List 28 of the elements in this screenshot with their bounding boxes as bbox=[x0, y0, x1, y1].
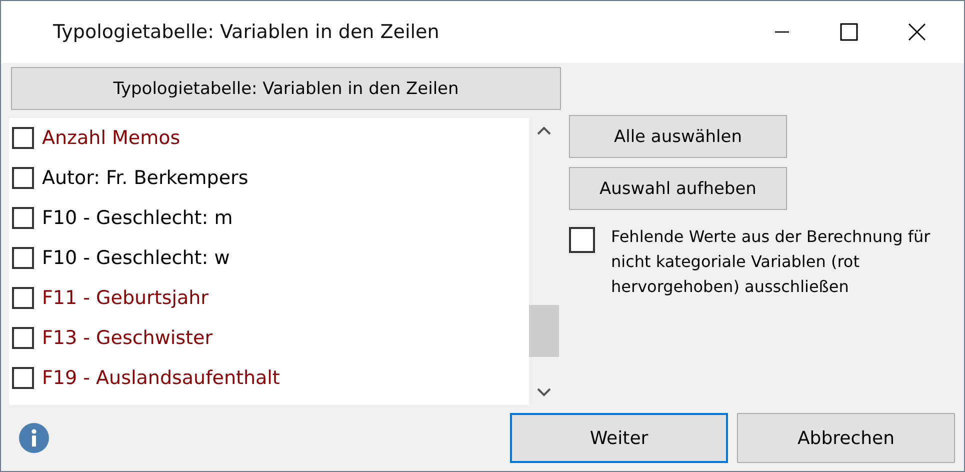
side-button[interactable]: Alle auswählen bbox=[569, 115, 787, 158]
maximize-icon[interactable] bbox=[840, 23, 858, 41]
checkbox[interactable] bbox=[12, 287, 34, 309]
window-title: Typologietabelle: Variablen in den Zeilen bbox=[53, 21, 440, 43]
checkbox[interactable] bbox=[12, 167, 34, 189]
variable-label[interactable]: F13 - Geschwister bbox=[42, 327, 213, 349]
checkbox-label: Fehlende Werte aus der Berechnung für nicht kategoriale Variablen (rot hervorgehoben) ausschließen bbox=[611, 226, 932, 298]
variable-label[interactable]: F11 - Geburtsjahr bbox=[42, 287, 208, 309]
header-button[interactable]: Typologietabelle: Variablen in den Zeilen bbox=[11, 67, 561, 110]
variable-label[interactable]: F10 - Geschlecht: m bbox=[42, 207, 233, 229]
variable-label[interactable]: F19 - Auslandsaufenthalt bbox=[42, 367, 280, 389]
checkbox[interactable] bbox=[12, 367, 34, 389]
scroll-thumb[interactable] bbox=[529, 305, 559, 357]
checkbox[interactable] bbox=[12, 247, 34, 269]
variable-label[interactable]: F10 - Geschlecht: w bbox=[42, 247, 230, 269]
dialog-button[interactable]: Weiter bbox=[510, 413, 728, 463]
checkbox[interactable] bbox=[12, 127, 34, 149]
checkbox[interactable] bbox=[12, 327, 34, 349]
info-icon[interactable] bbox=[19, 423, 49, 453]
checkbox[interactable] bbox=[12, 207, 34, 229]
scroll-up-icon[interactable] bbox=[537, 126, 551, 135]
close-icon[interactable] bbox=[908, 23, 926, 41]
checkbox[interactable] bbox=[569, 227, 595, 253]
dialog-button[interactable]: Abbrechen bbox=[737, 413, 955, 463]
variable-label[interactable]: Autor: Fr. Berkempers bbox=[42, 167, 248, 189]
scroll-down-icon[interactable] bbox=[537, 388, 551, 397]
side-button[interactable]: Auswahl aufheben bbox=[569, 167, 787, 210]
variable-label[interactable]: Anzahl Memos bbox=[42, 127, 180, 149]
